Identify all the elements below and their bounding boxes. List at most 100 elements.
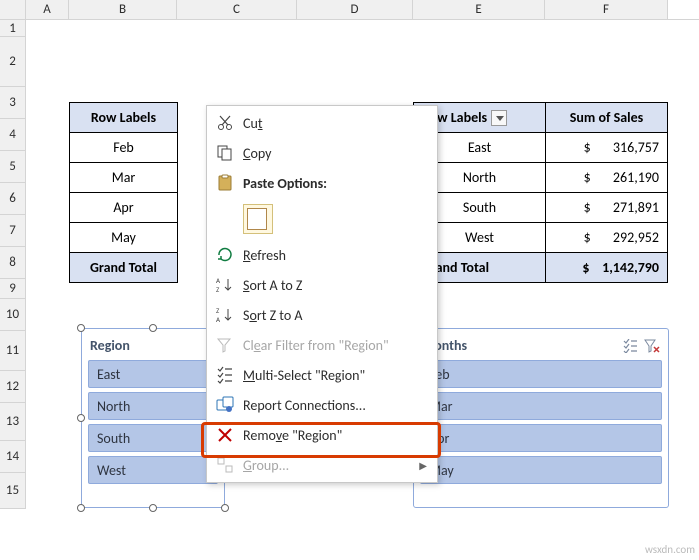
pivot-right-row-value[interactable]: $ 316,757 — [546, 133, 668, 163]
slicer-item-feb[interactable]: Feb — [420, 360, 662, 388]
pivot-right-grand-value[interactable]: $ 1,142,790 — [546, 253, 668, 283]
slicer-item-mar[interactable]: Mar — [420, 392, 662, 420]
sort-za-icon: ZA — [213, 305, 237, 325]
svg-text:A: A — [216, 276, 221, 285]
row-header-3[interactable]: 3 — [0, 87, 26, 119]
ctx-paste-default[interactable] — [207, 198, 437, 240]
row-header-14[interactable]: 14 — [0, 441, 26, 473]
pivot-left-header[interactable]: Row Labels — [70, 103, 178, 133]
column-headers: A B C D E F — [0, 0, 699, 20]
pivot-left-row[interactable]: Apr — [70, 193, 178, 223]
ctx-remove[interactable]: Remove "Region" — [207, 420, 437, 450]
ctx-sort-za[interactable]: ZA Sort Z to A — [207, 300, 437, 330]
pivot-left-row[interactable]: Feb — [70, 133, 178, 163]
row-header-7[interactable]: 7 — [0, 215, 26, 247]
row-header-6[interactable]: 6 — [0, 183, 26, 215]
row-header-9[interactable]: 9 — [0, 279, 26, 299]
row-headers: 1 2 3 4 5 6 7 8 9 10 11 12 13 14 15 — [0, 20, 26, 509]
ctx-group: Group... ▶ — [207, 450, 437, 480]
ctx-group-label: Group... — [243, 457, 419, 474]
ctx-clear-label: Clear Filter from "Region" — [243, 337, 427, 354]
ctx-sort-az-label: Sort A to Z — [243, 277, 427, 294]
row-header-8[interactable]: 8 — [0, 247, 26, 279]
pivot-right-header-values[interactable]: Sum of Sales — [546, 103, 668, 133]
svg-text:A: A — [216, 315, 221, 324]
pivot-table-right[interactable]: Row Labels Sum of Sales East$ 316,757 No… — [413, 102, 668, 283]
ctx-cut-label: Cut — [243, 115, 427, 132]
ctx-copy-label: Copy — [243, 145, 427, 162]
row-header-1[interactable]: 1 — [0, 20, 26, 37]
col-header-E[interactable]: E — [413, 0, 545, 19]
ctx-copy[interactable]: Copy — [207, 138, 437, 168]
ctx-paste-options: Paste Options: — [207, 168, 437, 198]
refresh-icon — [213, 245, 237, 265]
slicer-region-title-label: Region — [90, 337, 130, 354]
select-all-corner[interactable] — [0, 0, 26, 20]
clear-filter-icon[interactable] — [644, 339, 660, 353]
svg-text:Z: Z — [216, 285, 220, 294]
ctx-multi-select-label: Multi-Select "Region" — [243, 367, 427, 384]
row-header-11[interactable]: 11 — [0, 331, 26, 371]
slicer-item-east[interactable]: East — [88, 360, 218, 388]
row-header-2[interactable]: 2 — [0, 37, 26, 87]
ctx-clear-filter: Clear Filter from "Region" — [207, 330, 437, 360]
ctx-sort-za-label: Sort Z to A — [243, 307, 427, 324]
ctx-cut[interactable]: Cut — [207, 108, 437, 138]
resize-handle[interactable] — [77, 414, 85, 422]
ctx-report-connections[interactable]: Report Connections... — [207, 390, 437, 420]
col-header-A[interactable]: A — [26, 0, 69, 19]
resize-handle[interactable] — [77, 324, 85, 332]
slicer-item-apr[interactable]: Apr — [420, 424, 662, 452]
clear-filter-icon — [213, 335, 237, 355]
slicer-region[interactable]: Region East North South West — [81, 328, 225, 508]
resize-handle[interactable] — [149, 324, 157, 332]
pivot-table-left[interactable]: Row Labels Feb Mar Apr May Grand Total — [69, 102, 178, 283]
ctx-sort-az[interactable]: AZ Sort A to Z — [207, 270, 437, 300]
ctx-multi-select[interactable]: Multi-Select "Region" — [207, 360, 437, 390]
col-header-C[interactable]: C — [177, 0, 297, 19]
pivot-left-grand-total[interactable]: Grand Total — [70, 253, 178, 283]
sort-az-icon: AZ — [213, 275, 237, 295]
pivot-right-row-value[interactable]: $ 292,952 — [546, 223, 668, 253]
slicer-item-may[interactable]: May — [420, 456, 662, 484]
pivot-left-row[interactable]: Mar — [70, 163, 178, 193]
dropdown-icon[interactable] — [491, 110, 507, 126]
row-header-13[interactable]: 13 — [0, 403, 26, 441]
slicer-months[interactable]: Months Feb Mar Apr May — [413, 328, 669, 508]
pivot-right-row-value[interactable]: $ 261,190 — [546, 163, 668, 193]
slicer-months-title: Months — [420, 335, 662, 360]
report-connections-icon — [213, 395, 237, 415]
resize-handle[interactable] — [149, 504, 157, 512]
row-header-5[interactable]: 5 — [0, 151, 26, 183]
resize-handle[interactable] — [221, 504, 229, 512]
resize-handle[interactable] — [77, 504, 85, 512]
slicer-item-south[interactable]: South — [88, 424, 218, 452]
col-header-B[interactable]: B — [69, 0, 177, 19]
slicer-item-west[interactable]: West — [88, 456, 218, 484]
group-icon — [213, 455, 237, 475]
row-header-15[interactable]: 15 — [0, 473, 26, 509]
remove-icon — [213, 425, 237, 445]
pivot-right-row-value[interactable]: $ 271,891 — [546, 193, 668, 223]
pivot-left-header-label: Row Labels — [91, 109, 156, 126]
worksheet-content[interactable]: Row Labels Feb Mar Apr May Grand Total R… — [26, 20, 699, 509]
ctx-paste-label: Paste Options: — [243, 175, 427, 192]
row-header-4[interactable]: 4 — [0, 119, 26, 151]
clipboard-icon — [213, 173, 237, 193]
svg-text:Z: Z — [216, 306, 220, 315]
pivot-left-row[interactable]: May — [70, 223, 178, 253]
chevron-right-icon: ▶ — [419, 459, 427, 472]
paste-option-icon — [243, 204, 273, 234]
row-header-12[interactable]: 12 — [0, 371, 26, 403]
slicer-item-north[interactable]: North — [88, 392, 218, 420]
watermark: wsxdn.com — [645, 543, 695, 556]
ctx-refresh-label: Refresh — [243, 247, 427, 264]
col-header-F[interactable]: F — [545, 0, 668, 19]
col-header-D[interactable]: D — [297, 0, 413, 19]
multi-select-icon — [213, 365, 237, 385]
scissors-icon — [213, 113, 237, 133]
ctx-report-connections-label: Report Connections... — [243, 397, 427, 414]
ctx-refresh[interactable]: Refresh — [207, 240, 437, 270]
row-header-10[interactable]: 10 — [0, 299, 26, 331]
multi-select-icon[interactable] — [622, 339, 638, 353]
